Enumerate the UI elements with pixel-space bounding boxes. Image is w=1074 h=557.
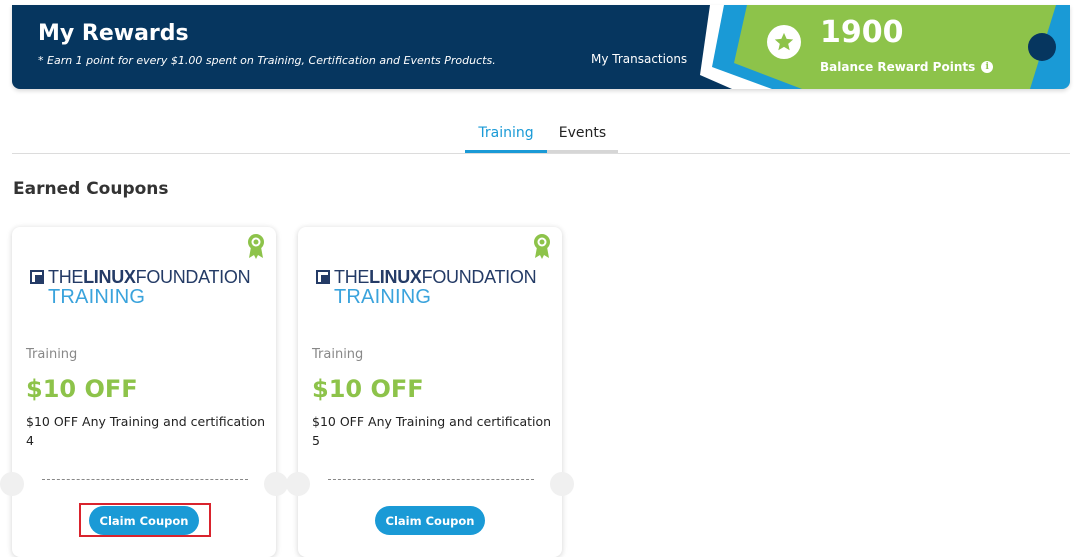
- logo-text-training: TRAINING: [48, 286, 146, 308]
- coupon-card: THE LINUX FOUNDATION TRAINING Training $…: [286, 227, 574, 557]
- coupon-description: $10 OFF Any Training and certification 4: [26, 414, 266, 448]
- coupon-amount: $10 OFF: [312, 375, 424, 403]
- reward-points-label: Balance Reward Points i: [820, 60, 994, 74]
- coupon-divider: [42, 479, 248, 480]
- info-icon[interactable]: i: [981, 61, 994, 73]
- logo-mark-icon: [30, 270, 44, 284]
- coupon-amount: $10 OFF: [26, 375, 138, 403]
- reward-points-value: 1900: [820, 15, 904, 50]
- my-transactions-link[interactable]: My Transactions: [591, 52, 687, 66]
- tab-events[interactable]: Events: [547, 116, 618, 154]
- logo-text-linux: LINUX: [83, 267, 136, 287]
- coupon-category: Training: [312, 347, 364, 362]
- card-notch-right: [550, 472, 574, 496]
- banner-stripes: [700, 5, 1070, 89]
- coupon-description: $10 OFF Any Training and certification 5: [312, 414, 552, 448]
- linux-foundation-training-logo: THE LINUX FOUNDATION TRAINING: [30, 267, 251, 308]
- logo-text-training: TRAINING: [334, 286, 432, 308]
- tab-training[interactable]: Training: [465, 116, 547, 154]
- card-notch-right: [264, 472, 288, 496]
- logo-text-the: THE: [334, 267, 370, 287]
- linux-foundation-training-logo: THE LINUX FOUNDATION TRAINING: [316, 267, 537, 308]
- coupon-divider: [328, 479, 534, 480]
- page-title: My Rewards: [38, 21, 189, 46]
- tab-divider: [12, 153, 1070, 154]
- coupon-tabs: Training Events: [465, 116, 618, 154]
- points-label-text: Balance Reward Points: [820, 60, 976, 74]
- earned-coupons-heading: Earned Coupons: [13, 179, 169, 199]
- card-notch-left: [286, 472, 310, 496]
- highlight-box: [79, 503, 211, 537]
- award-ribbon-icon: [534, 234, 550, 259]
- award-ribbon-icon: [248, 234, 264, 259]
- card-notch-left: [0, 472, 24, 496]
- claim-coupon-button[interactable]: Claim Coupon: [375, 506, 485, 535]
- logo-mark-icon: [316, 270, 330, 284]
- coupon-category: Training: [26, 347, 78, 362]
- star-icon: [767, 25, 801, 59]
- earn-points-note: * Earn 1 point for every $1.00 spent on …: [38, 54, 496, 67]
- logo-text-the: THE: [48, 267, 84, 287]
- rewards-banner: My Rewards * Earn 1 point for every $1.0…: [12, 5, 1070, 89]
- logo-text-linux: LINUX: [369, 267, 422, 287]
- logo-text-foundation: FOUNDATION: [421, 267, 537, 287]
- logo-text-foundation: FOUNDATION: [135, 267, 251, 287]
